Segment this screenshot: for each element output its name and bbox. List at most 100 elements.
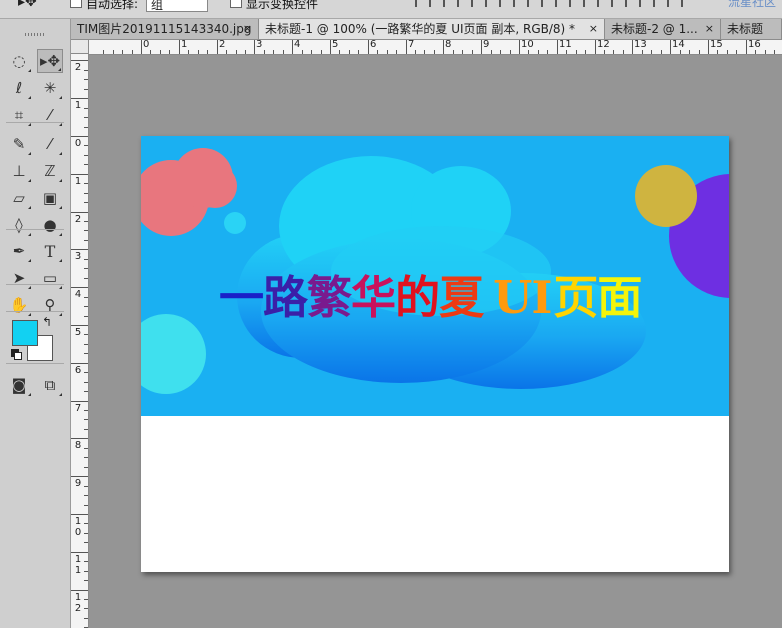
ruler-label: 6 xyxy=(370,40,377,50)
ruler-tick xyxy=(491,50,492,54)
close-tab-icon[interactable]: × xyxy=(589,19,598,39)
ruler-tick xyxy=(84,353,88,354)
brush-icon[interactable]: ⁄ xyxy=(37,132,63,156)
ruler-tick xyxy=(132,50,133,54)
zoom-icon[interactable]: ⚲ xyxy=(37,293,63,317)
ruler-tick xyxy=(576,50,577,54)
ruler-tick xyxy=(377,50,378,54)
ruler-label: 9 xyxy=(483,40,490,50)
show-transform-checkbox[interactable] xyxy=(230,0,242,8)
dashed-ellipse-icon[interactable]: ◌ xyxy=(6,49,32,73)
screen-mode-icon[interactable]: ⧉ xyxy=(37,373,63,397)
close-tab-icon[interactable]: × xyxy=(243,19,252,39)
ruler-tick xyxy=(528,50,529,54)
eyedropper-icon[interactable]: ⁄ xyxy=(37,103,63,127)
document-tab[interactable]: 未标题 xyxy=(721,19,782,39)
ruler-tick xyxy=(396,50,397,54)
document-tab[interactable]: 未标题-2 @ 1... × xyxy=(605,19,721,39)
move-tool-icon[interactable]: ▸✥ xyxy=(18,0,37,10)
pen-icon[interactable]: ✒ xyxy=(6,239,32,263)
document-tab-bar: TIM图片20191115143340.jpg × 未标题-1 @ 100% (一路… xyxy=(71,19,782,40)
ruler-label: 10 xyxy=(521,40,534,50)
arrow-icon[interactable]: ➤ xyxy=(6,266,32,290)
ruler-tick xyxy=(188,50,189,54)
ruler-tick xyxy=(84,145,88,146)
drop-icon[interactable]: ◊ xyxy=(6,213,32,237)
ruler-corner[interactable] xyxy=(71,40,89,54)
ruler-major-tick xyxy=(254,40,255,54)
headline-char: 页 xyxy=(553,271,598,324)
move-arrow-icon[interactable]: ▸✥ xyxy=(37,49,63,73)
history-brush-icon[interactable]: ℤ xyxy=(37,159,63,183)
headline-char: 的 xyxy=(395,271,440,324)
ruler-tick xyxy=(358,50,359,54)
ruler-label: 7 xyxy=(408,40,415,50)
headline-text: 一路繁华的夏 UI页面 xyxy=(219,271,642,324)
gradient-icon[interactable]: ▣ xyxy=(37,186,63,210)
ruler-tick xyxy=(434,50,435,54)
options-bar: ▸✥ 自动选择: 组 显示变换控件 流星社区 xyxy=(0,0,782,19)
dodge-icon[interactable]: ● xyxy=(37,213,63,237)
auto-select-checkbox[interactable] xyxy=(70,0,82,8)
ruler-major-tick xyxy=(179,40,180,54)
ruler-major-tick xyxy=(443,40,444,54)
ruler-major-tick xyxy=(71,476,88,477)
ruler-label: 12 xyxy=(597,40,610,50)
ruler-tick xyxy=(717,50,718,54)
horizontal-ruler[interactable]: 0 1 2 3 4 5 6 7 8 9 10 11 12 13 14 15 16 xyxy=(89,40,782,55)
ruler-major-tick xyxy=(292,40,293,54)
ruler-major-tick xyxy=(71,590,88,591)
ruler-tick xyxy=(84,278,88,279)
document-tab[interactable]: 未标题-1 @ 100% (一路繁华的夏 UI页面 副本, RGB/8) * × xyxy=(259,19,605,39)
toolbox-divider xyxy=(6,122,64,123)
ruler-tick xyxy=(500,50,501,54)
ruler-major-tick xyxy=(746,40,747,54)
ruler-major-tick xyxy=(141,40,142,54)
swap-colors-icon[interactable]: ↰ xyxy=(42,315,52,329)
align-buttons[interactable] xyxy=(415,0,705,7)
default-colors-icon[interactable] xyxy=(11,349,22,360)
ruler-label: 2 xyxy=(219,40,226,50)
ruler-major-tick xyxy=(71,325,88,326)
ruler-tick xyxy=(84,382,88,383)
ruler-label: 11 xyxy=(559,40,572,50)
ruler-tick xyxy=(84,117,88,118)
crop-icon[interactable]: ⌗ xyxy=(6,103,32,127)
ruler-label: 0 xyxy=(74,138,82,149)
close-tab-icon[interactable]: × xyxy=(705,19,714,39)
tab-label: 未标题-2 @ 1... xyxy=(611,22,698,36)
ruler-tick xyxy=(84,108,88,109)
type-icon[interactable]: T xyxy=(37,239,63,263)
document-tab[interactable]: TIM图片20191115143340.jpg × xyxy=(71,19,259,39)
tab-label: TIM图片20191115143340.jpg xyxy=(77,22,252,36)
ruler-tick xyxy=(84,495,88,496)
ruler-major-tick xyxy=(71,552,88,553)
hand-icon[interactable]: ✋ xyxy=(6,293,32,317)
ruler-tick xyxy=(84,316,88,317)
bandage-icon[interactable]: ✎ xyxy=(6,132,32,156)
auto-select-dropdown[interactable]: 组 xyxy=(146,0,208,12)
ruler-tick xyxy=(245,50,246,54)
small-cyan-circle xyxy=(224,212,246,234)
ruler-label: 1 xyxy=(74,100,82,111)
toolbox-grip[interactable] xyxy=(25,33,45,36)
document-canvas[interactable]: 一路繁华的夏 UI页面 xyxy=(141,136,729,572)
vertical-ruler[interactable]: 2101234567891 01 11 2 xyxy=(71,54,89,628)
magic-wand-icon[interactable]: ✳ xyxy=(37,76,63,100)
ruler-tick xyxy=(84,240,88,241)
ruler-tick xyxy=(273,50,274,54)
foreground-color-swatch[interactable] xyxy=(12,320,38,346)
ruler-major-tick xyxy=(71,174,88,175)
tab-label: 未标题 xyxy=(727,22,764,36)
quick-mask-icon[interactable]: ◙ xyxy=(6,373,32,397)
ruler-major-tick xyxy=(71,438,88,439)
pink-circles xyxy=(141,148,237,236)
ruler-tick xyxy=(774,50,775,54)
eraser-icon[interactable]: ▱ xyxy=(6,186,32,210)
lasso-icon[interactable]: ℓ xyxy=(6,76,32,100)
ruler-tick xyxy=(453,50,454,54)
rectangle-icon[interactable]: ▭ xyxy=(37,266,63,290)
ruler-tick xyxy=(84,523,88,524)
ruler-tick xyxy=(613,50,614,54)
stamp-icon[interactable]: ⊥ xyxy=(6,159,32,183)
